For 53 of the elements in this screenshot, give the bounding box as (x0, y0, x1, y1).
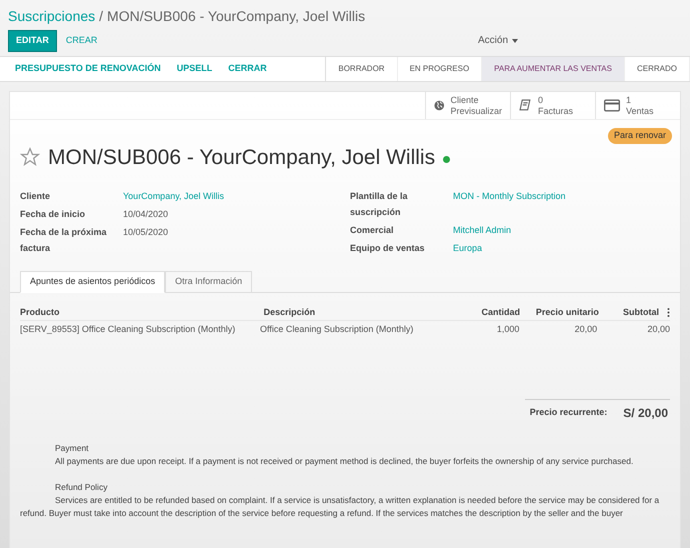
stage-step[interactable]: PARA AUMENTAR LAS VENTAS (482, 57, 625, 81)
edit-button[interactable]: EDITAR (8, 30, 57, 52)
create-button[interactable]: CREAR (60, 30, 102, 52)
header-action-button[interactable]: UPSELL (176, 62, 212, 76)
table-cell-text: 20,00 (574, 323, 598, 336)
field-value[interactable]: Europa (453, 240, 482, 256)
table-cell-text: [SERV_89553] Office Cleaning Subscription (Monthly) (20, 323, 236, 336)
smart-button[interactable]: 1 Ventas (595, 92, 680, 119)
form-tab[interactable]: Otra Información (165, 271, 252, 293)
field-label: Equipo de ventas (350, 242, 426, 255)
terms-heading: Payment (54, 442, 90, 455)
breadcrumb-link[interactable]: Suscripciones (8, 7, 96, 25)
stage-step[interactable]: CERRADO (624, 57, 690, 81)
column-header: Cantidad (480, 306, 520, 319)
field-value[interactable]: Mitchell Admin (453, 222, 512, 238)
star-icon[interactable] (20, 147, 40, 168)
column-header: Descripción (264, 306, 316, 319)
table-cell-text: 1,000 (496, 323, 520, 336)
field-label: Plantilla de la suscripción (350, 190, 409, 219)
field-label: Comercial (350, 224, 395, 237)
field-value[interactable]: MON - Monthly Subscription (453, 188, 566, 204)
globe-icon (434, 99, 444, 112)
total-label: Precio recurrente: (530, 406, 608, 420)
credit-card-icon (604, 99, 620, 112)
stage-step[interactable]: BORRADOR (326, 57, 398, 81)
header-action-button[interactable]: CERRAR (228, 62, 267, 76)
total-amount: S/ 20,00 (623, 405, 668, 422)
book-icon (519, 99, 532, 112)
smart-button[interactable]: Cliente Previsualizar (425, 92, 510, 119)
kebab-menu-icon[interactable] (667, 308, 670, 317)
caret-icon (512, 38, 518, 42)
status-badge: Para renovar (608, 128, 672, 144)
table-cell-text: 20,00 (646, 323, 670, 336)
field-label: Fecha de la próxima factura (20, 226, 108, 255)
breadcrumb-current: MON/SUB006 - YourCompany, Joel Willis (107, 7, 366, 25)
column-header: Producto (20, 306, 60, 319)
breadcrumb-separator: / (99, 7, 104, 25)
terms-paragraph: All payments are due upon receipt. If a payment is not received or payment method is declined, the buyer forfeits the ownership of any service purchased. (54, 455, 634, 468)
terms-heading: Refund Policy (54, 481, 108, 494)
field-value: 10/05/2020 (123, 226, 168, 239)
column-header: Subtotal (622, 306, 660, 319)
record-title: MON/SUB006 - YourCompany, Joel Willis (48, 144, 436, 170)
terms-paragraph: Services are entitled to be refunded based on complaint. If a service is unsatisfactory, a written explanation is needed before the service may be considered for a refund. Buyer must take into account the description of the service before requesting a refund. If the services matches the description by the seller and the buyer (20, 494, 660, 520)
field-value[interactable]: YourCompany, Joel Willis (123, 188, 224, 204)
column-header: Precio unitario (534, 306, 599, 319)
smart-button[interactable]: 0 Facturas (510, 92, 595, 119)
action-dropdown[interactable]: Acción (478, 33, 518, 48)
header-action-button[interactable]: PRESUPUESTO DE RENOVACIÓN (15, 62, 161, 76)
table-cell-text: Office Cleaning Subscription (Monthly) (260, 323, 414, 336)
field-label: Fecha de inicio (20, 208, 86, 221)
form-tab[interactable]: Apuntes de asientos periódicos (20, 271, 166, 293)
field-value: 10/04/2020 (123, 208, 168, 221)
field-label: Cliente (20, 190, 52, 203)
